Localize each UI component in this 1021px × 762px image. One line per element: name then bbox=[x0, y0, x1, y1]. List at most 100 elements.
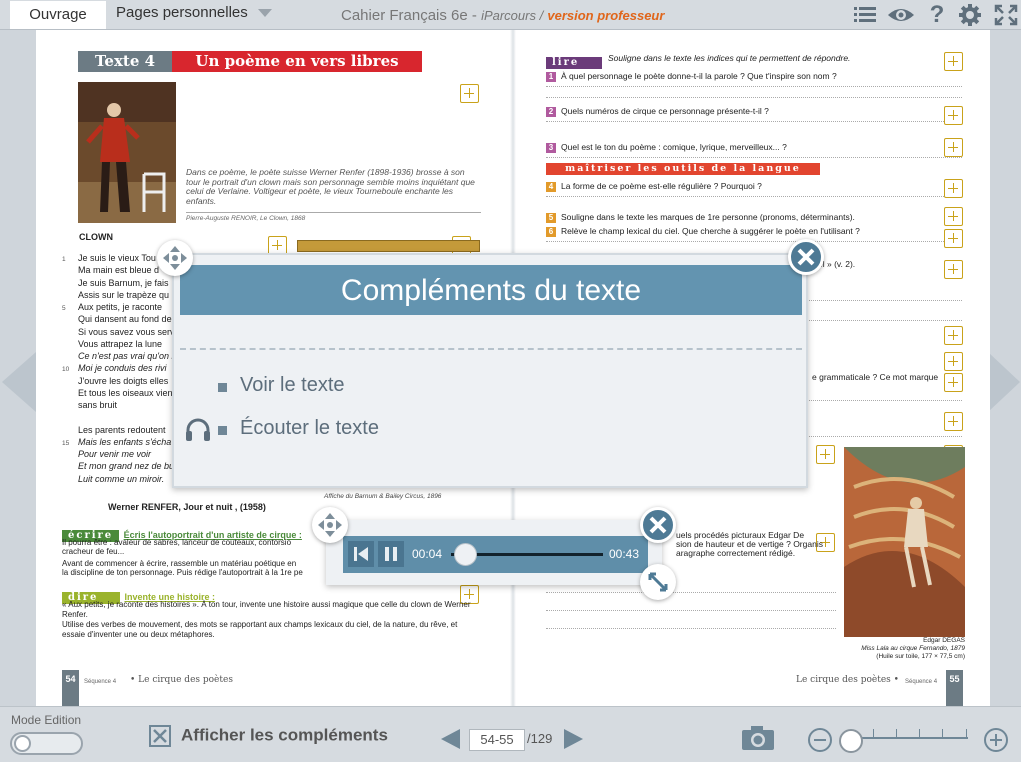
poem-line: Et mon grand nez de bu bbox=[62, 461, 174, 471]
answer-line bbox=[546, 97, 962, 98]
current-time: 00:04 bbox=[412, 547, 443, 561]
top-toolbar: Ouvrage Pages personnelles Cahier França… bbox=[0, 0, 1021, 30]
poem-line: Vous attrapez la lune bbox=[62, 339, 162, 349]
move-handle-icon[interactable] bbox=[312, 507, 348, 543]
plus-icon[interactable] bbox=[944, 106, 963, 125]
bottom-toolbar: Mode Edition Afficher les compléments 54… bbox=[0, 706, 1021, 762]
poem-line-number: 10 bbox=[62, 366, 70, 374]
ecouter-le-texte-link[interactable]: Écouter le texte bbox=[240, 417, 379, 440]
poem-line-text: Je suis le vieux Tou bbox=[78, 253, 156, 263]
gear-icon[interactable] bbox=[957, 3, 983, 27]
close-icon[interactable] bbox=[149, 725, 171, 747]
plus-icon[interactable] bbox=[944, 260, 963, 279]
ecrire-p1b: cracheur de feu... bbox=[62, 547, 125, 556]
chevron-down-icon bbox=[257, 9, 272, 18]
poem-line: Et tous les oiseaux vien bbox=[62, 388, 173, 398]
tab-pages-personnelles[interactable]: Pages personnelles bbox=[116, 4, 272, 21]
zoom-in-icon[interactable] bbox=[983, 727, 1009, 753]
next-page-icon[interactable] bbox=[564, 729, 583, 749]
intro-paragraph: Dans ce poème, le poète suisse Werner Re… bbox=[186, 167, 475, 206]
list-icon[interactable] bbox=[852, 3, 878, 27]
poem-line: Luit comme un miroir. bbox=[62, 474, 164, 484]
progress-knob[interactable] bbox=[453, 543, 477, 566]
headphones-icon[interactable] bbox=[184, 417, 212, 443]
text-title-banner: Un poème en vers libres bbox=[172, 51, 422, 72]
zoom-tick bbox=[942, 729, 943, 737]
poem-line: Les parents redoutent bbox=[62, 425, 166, 435]
clown-painting bbox=[78, 82, 176, 223]
panel-title: Compléments du texte bbox=[180, 265, 802, 315]
poem-line: Assis sur le trapèze qu bbox=[62, 290, 169, 300]
poem-line: sans bruit bbox=[62, 400, 117, 410]
poem-author: Werner RENFER, Jour et nuit , (1958) bbox=[108, 502, 266, 512]
resize-icon[interactable] bbox=[640, 564, 676, 600]
poem-line: Ma main est bleue d bbox=[62, 265, 159, 275]
show-complements-toggle[interactable]: Afficher les compléments bbox=[149, 725, 388, 747]
plus-icon[interactable] bbox=[944, 138, 963, 157]
plus-icon[interactable] bbox=[944, 352, 963, 371]
bullet-icon bbox=[218, 383, 227, 392]
answer-line bbox=[546, 592, 836, 593]
plus-icon[interactable] bbox=[944, 52, 963, 71]
help-icon[interactable]: ? bbox=[924, 3, 950, 27]
plus-icon[interactable] bbox=[944, 373, 963, 392]
move-handle-icon[interactable] bbox=[157, 240, 193, 276]
plus-icon[interactable] bbox=[816, 445, 835, 464]
tab-ouvrage[interactable]: Ouvrage bbox=[10, 1, 106, 29]
eye-icon[interactable] bbox=[886, 3, 916, 27]
poem-line-text: J'ouvre les doigts elles bbox=[78, 375, 169, 386]
answer-line bbox=[546, 628, 836, 629]
voir-le-texte-link[interactable]: Voir le texte bbox=[240, 374, 345, 397]
player-close-button[interactable] bbox=[640, 507, 676, 543]
audio-player: 00:04 00:43 bbox=[326, 520, 662, 585]
question-9-partial-c: aragraphe correctement rédigé. bbox=[676, 548, 796, 558]
show-complements-label: Afficher les compléments bbox=[181, 725, 388, 745]
text-number-banner: Texte 4 bbox=[78, 51, 172, 72]
question-4-num: 4 bbox=[546, 182, 556, 192]
complements-panel: Compléments du texte Voir le texte Écout… bbox=[172, 253, 808, 488]
zoom-tick bbox=[896, 729, 897, 737]
question-2: 2 Quels numéros de cirque ce personnage p… bbox=[546, 106, 962, 122]
plus-icon[interactable] bbox=[944, 229, 963, 248]
page-number-input[interactable]: 54-55 bbox=[469, 729, 525, 751]
zoom-slider-track[interactable] bbox=[850, 737, 968, 739]
degas-painting bbox=[844, 447, 965, 637]
mode-edition-toggle[interactable] bbox=[10, 732, 83, 755]
plus-icon[interactable] bbox=[944, 412, 963, 431]
plus-icon[interactable] bbox=[460, 84, 479, 103]
panel-close-button[interactable] bbox=[788, 239, 824, 275]
degas-caption-dim: (Huile sur toile, 177 × 77,5 cm) bbox=[876, 653, 965, 660]
question-6: 6 Relève le champ lexical du ciel. Que ch… bbox=[546, 226, 962, 242]
poem-line-text: Vous attrapez la lune bbox=[78, 338, 163, 349]
next-page-arrow[interactable] bbox=[988, 352, 1020, 412]
page-number-right: 55 bbox=[946, 670, 963, 706]
poem-line-text: Je suis Barnum, je fais bbox=[78, 277, 169, 288]
title-sub: iParcours / bbox=[481, 8, 544, 23]
prev-page-icon[interactable] bbox=[441, 729, 460, 749]
poem-line-text: Si vous savez vous serv bbox=[78, 326, 175, 337]
document-title: Cahier Français 6e - iParcours / version… bbox=[341, 7, 664, 24]
prev-page-arrow[interactable] bbox=[2, 352, 36, 412]
zoom-slider-knob[interactable] bbox=[839, 729, 863, 753]
poem-line-number: 1 bbox=[62, 256, 66, 263]
question-3-num: 3 bbox=[546, 143, 556, 153]
plus-icon[interactable] bbox=[944, 179, 963, 198]
poem-title: CLOWN bbox=[79, 232, 113, 242]
question-2-text: Quels numéros de cirque ce personnage pr… bbox=[561, 106, 769, 116]
zoom-out-icon[interactable] bbox=[807, 727, 833, 753]
poem-line: 1 Je suis le vieux Tou bbox=[62, 253, 156, 263]
fullscreen-icon[interactable] bbox=[993, 3, 1019, 27]
plus-icon[interactable] bbox=[944, 207, 963, 226]
title-main: Cahier Français 6e - bbox=[341, 7, 477, 24]
skip-back-icon[interactable] bbox=[348, 541, 374, 567]
zoom-tick bbox=[873, 729, 874, 737]
question-6-num: 6 bbox=[546, 227, 556, 237]
poem-line-text: Qui dansent au fond de bbox=[78, 314, 172, 325]
poem-line-text: Ce n'est pas vrai qu'on n bbox=[78, 351, 177, 361]
camera-icon[interactable] bbox=[741, 725, 775, 751]
question-4-text: La forme de ce poème est-elle régulière … bbox=[561, 181, 762, 191]
pause-icon[interactable] bbox=[378, 541, 404, 567]
title-version: version professeur bbox=[547, 8, 665, 23]
plus-icon[interactable] bbox=[944, 326, 963, 345]
poem-line: Pour venir me voir bbox=[62, 449, 151, 459]
